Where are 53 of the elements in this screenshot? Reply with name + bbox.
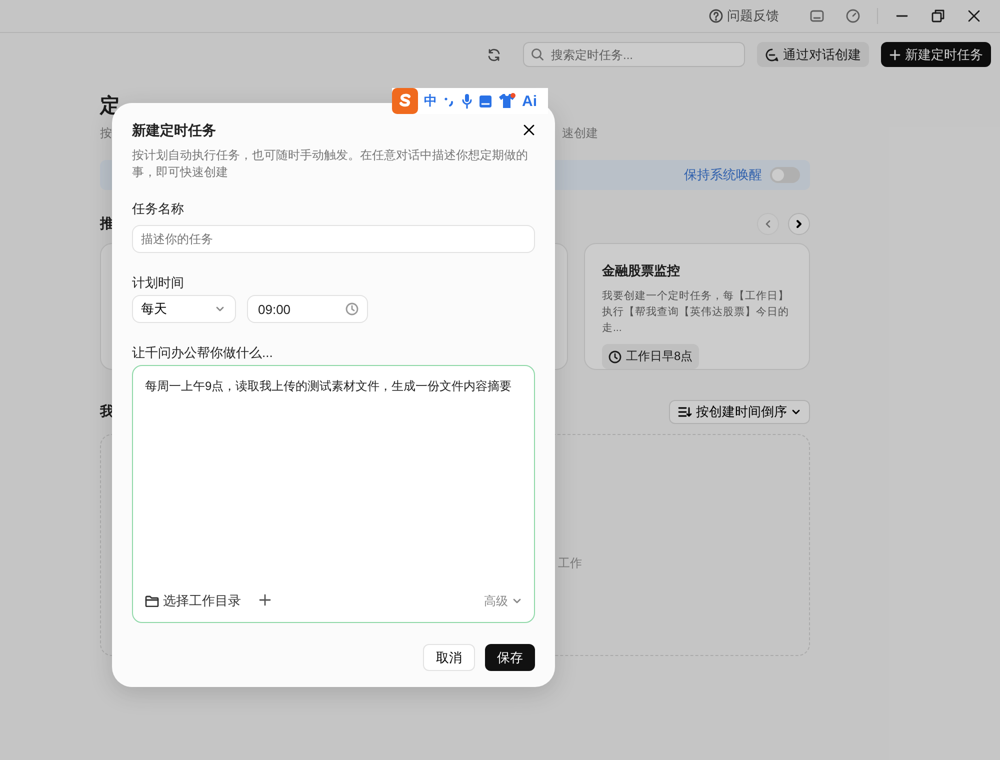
refresh-icon[interactable] <box>487 48 501 62</box>
work-directory-button[interactable]: 选择工作目录 <box>145 592 241 610</box>
advanced-button[interactable]: 高级 <box>484 592 522 610</box>
clock-icon <box>608 350 622 364</box>
chat-create-button[interactable]: 通过对话创建 <box>757 42 869 67</box>
plus-icon <box>889 48 901 60</box>
task-card[interactable]: 金融股票监控 我要创建一个定时任务，每【工作日】执行【帮我查询【英伟达股票】今日的走... 工作日早8点 <box>584 243 810 370</box>
help-icon <box>709 9 723 23</box>
dialog-description: 按计划自动执行任务，也可随时手动触发。在任意对话中描述你想定期做的事，即可快速创建 <box>132 147 529 181</box>
task-name-field[interactable]: 描述你的任务 <box>132 225 535 253</box>
close-icon[interactable] <box>967 9 981 23</box>
empty-text: 工作 <box>558 555 582 572</box>
schedule-tag: 工作日早8点 <box>602 344 699 369</box>
ime-logo-icon[interactable] <box>392 88 418 114</box>
search-icon <box>531 48 544 61</box>
clock-icon <box>345 302 359 316</box>
shirt-icon[interactable] <box>498 93 516 109</box>
plus-icon[interactable] <box>259 594 271 606</box>
card-description: 我要创建一个定时任务，每【工作日】执行【帮我查询【英伟达股票】今日的走... <box>602 289 790 336</box>
ai-button[interactable]: Ai <box>522 92 537 110</box>
gauge-icon[interactable] <box>846 9 860 23</box>
new-task-button[interactable]: 新建定时任务 <box>881 42 991 67</box>
page-subtitle: 速创建 <box>562 126 598 140</box>
frequency-dropdown[interactable]: 每天 <box>132 295 236 323</box>
chevron-down-icon <box>215 304 225 314</box>
keep-awake-label: 保持系统唤醒 <box>684 166 762 184</box>
card-title: 金融股票监控 <box>602 262 680 280</box>
time-field[interactable]: 09:00 <box>247 295 368 323</box>
sort-button[interactable]: 按创建时间倒序 <box>669 400 810 424</box>
restore-icon[interactable] <box>931 9 945 23</box>
cancel-button[interactable]: 取消 <box>423 644 475 671</box>
sort-icon <box>678 406 692 418</box>
ime-mode[interactable]: 中 <box>424 92 437 110</box>
chat-bubble-icon <box>765 48 779 62</box>
field-label: 让千问办公帮你做什么... <box>132 345 273 361</box>
feedback-link[interactable]: 问题反馈 <box>709 7 779 25</box>
close-icon[interactable] <box>523 124 535 136</box>
chevron-down-icon <box>512 596 522 606</box>
prompt-field[interactable]: 每周一上午9点，读取我上传的测试素材文件，生成一份文件内容摘要 选择工作目录 高级 <box>132 365 535 623</box>
page-subtitle: 按 <box>100 126 112 140</box>
save-button[interactable]: 保存 <box>485 644 535 671</box>
next-button[interactable] <box>788 213 810 235</box>
search-field[interactable]: 搜索定时任务... <box>523 42 745 67</box>
chevron-down-icon <box>791 407 801 417</box>
field-label: 任务名称 <box>132 201 184 217</box>
folder-icon <box>145 595 159 607</box>
microphone-icon[interactable] <box>461 93 473 109</box>
keep-awake-toggle[interactable] <box>770 167 800 183</box>
field-label: 计划时间 <box>132 275 184 291</box>
keyboard-icon[interactable] <box>479 94 492 108</box>
screen-icon[interactable] <box>810 10 824 22</box>
dialog-title: 新建定时任务 <box>132 122 216 140</box>
chevron-right-icon <box>795 219 803 229</box>
